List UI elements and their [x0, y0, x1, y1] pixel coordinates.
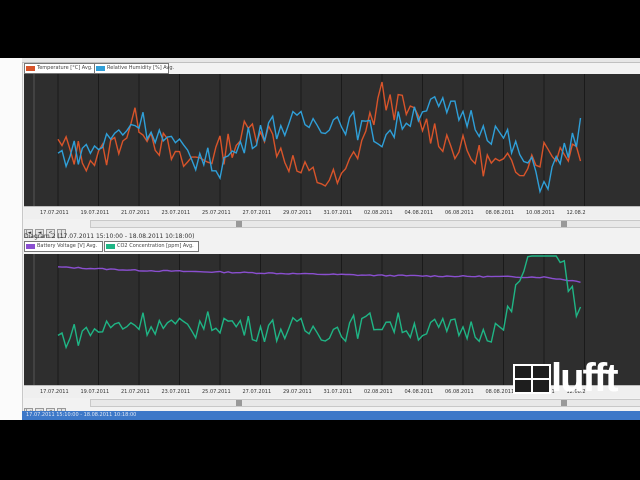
x-tick-label: 21.07.2011: [121, 210, 150, 216]
x-tick-label: 12.08.2: [566, 210, 586, 216]
x-tick-label: 08.08.2011: [485, 210, 515, 216]
legend-swatch: [26, 66, 35, 71]
x-tick-label: 29.07.2011: [283, 210, 312, 216]
legend-label: Relative Humidity [%] Avg.: [107, 65, 175, 71]
x-tick-label: 17.07.2011: [40, 210, 69, 216]
x-tick-label: 23.07.2011: [161, 210, 191, 216]
x-tick-label: 21.07.2011: [121, 389, 150, 395]
x-tick-label: 25.07.2011: [202, 210, 231, 216]
legend-label: CO2 Concentration [ppm] Avg.: [117, 243, 194, 249]
x-tick-label: 10.08.2011: [526, 210, 555, 216]
legend-item-humidity[interactable]: Relative Humidity [%] Avg.: [94, 63, 174, 74]
logo-emblem: [513, 364, 551, 394]
legend-item-co2[interactable]: CO2 Concentration [ppm] Avg.: [104, 241, 199, 252]
x-tick-label: 23.07.2011: [161, 389, 191, 395]
left-toolbar-strip: [0, 58, 23, 420]
x-tick-label: 04.08.2011: [404, 389, 434, 395]
x-tick-label: 17.07.2011: [40, 389, 69, 395]
scroll-handle-right[interactable]: [561, 221, 567, 227]
x-tick-label: 19.07.2011: [80, 389, 110, 395]
scroll-handle-left[interactable]: [236, 400, 242, 406]
x-tick-label: 25.07.2011: [202, 389, 231, 395]
diagram2-title: Diagram 2 (17.07.2011 15:10:00 - 18.08.2…: [24, 233, 195, 240]
diagram1-scrollbar[interactable]: [90, 220, 640, 228]
lufft-logo: lufft: [513, 356, 635, 404]
x-tick-label: 19.07.2011: [80, 210, 110, 216]
legend-swatch: [26, 244, 35, 249]
x-tick-label: 04.08.2011: [404, 210, 434, 216]
legend-swatch: [96, 66, 105, 71]
diagram2-nav-buttons: |◄◄<|: [24, 398, 84, 417]
logo-wordmark: lufft: [551, 356, 619, 400]
legend-label: Battery Voltage [V] Avg.: [37, 243, 98, 249]
x-tick-label: 02.08.2011: [364, 210, 393, 216]
x-tick-label: 31.07.2011: [323, 210, 353, 216]
x-tick-label: 27.07.2011: [242, 210, 272, 216]
legend-label: Temperature [°C] Avg.: [37, 65, 93, 71]
legend-item-temperature[interactable]: Temperature [°C] Avg.: [24, 63, 101, 74]
scroll-handle-left[interactable]: [236, 221, 242, 227]
status-text: 17.07.2011 15:10:00 - 18.08.2011 10:18:0…: [26, 412, 137, 418]
legend-swatch: [106, 244, 115, 249]
x-tick-label: 06.08.2011: [445, 389, 474, 395]
diagram1-x-axis: 17.07.2011 19.07.2011 21.07.2011 23.07.2011…: [24, 206, 640, 219]
x-tick-label: 02.08.2011: [364, 389, 393, 395]
x-tick-label: 08.08.2011: [485, 389, 515, 395]
diagram1-nav-buttons: |◄ ◄ < |: [24, 219, 84, 238]
video-frame: { "diagram1": { "legend": [ {"label": "T…: [0, 0, 640, 480]
diagram1-svg: [24, 74, 640, 208]
legend-item-battery-voltage[interactable]: Battery Voltage [V] Avg.: [24, 241, 103, 252]
x-tick-label: 29.07.2011: [283, 389, 312, 395]
diagram1-plot[interactable]: [24, 74, 640, 208]
x-tick-label: 31.07.2011: [323, 389, 353, 395]
x-tick-label: 06.08.2011: [445, 210, 474, 216]
status-bar: 17.07.2011 15:10:00 - 18.08.2011 10:18:0…: [22, 411, 640, 420]
x-tick-label: 27.07.2011: [242, 389, 272, 395]
